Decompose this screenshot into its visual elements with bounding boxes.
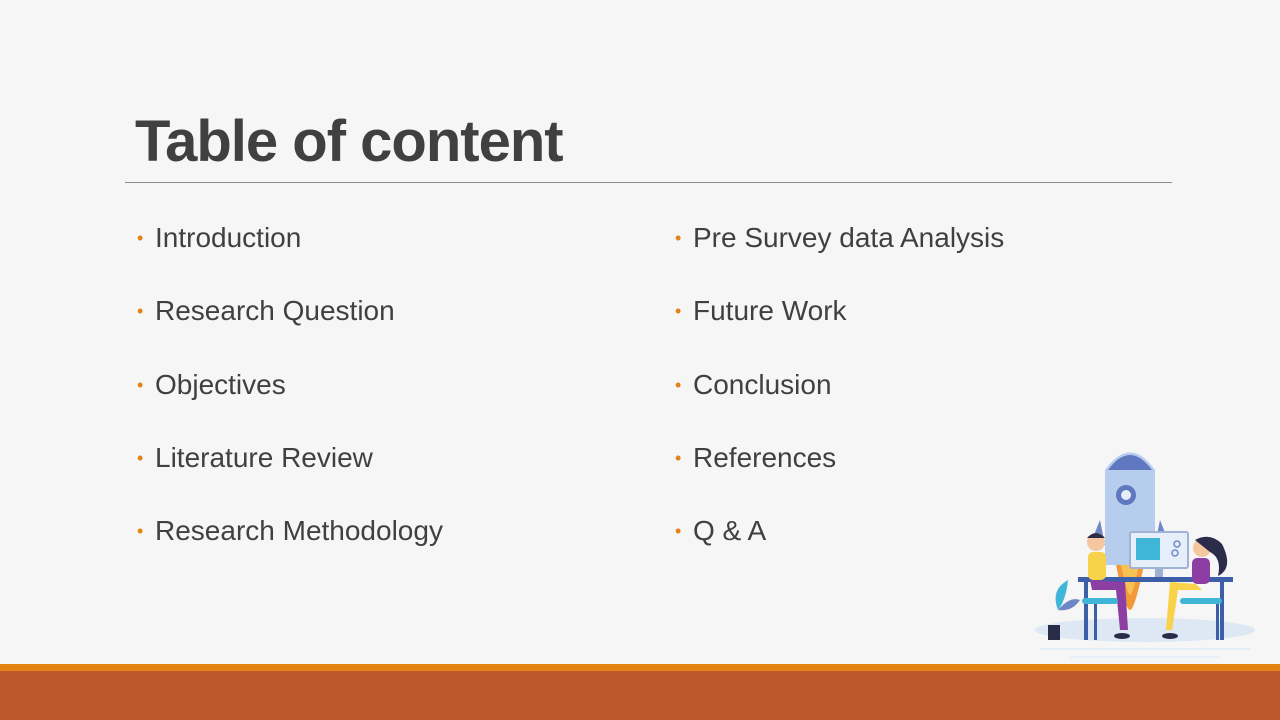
toc-item: • Literature Review (137, 440, 443, 513)
bullet-dot-icon: • (675, 374, 682, 395)
slide: Table of content • Introduction • Resear… (0, 0, 1280, 720)
toc-item: • Research Question (137, 293, 443, 366)
toc-item: • References (675, 440, 1004, 513)
toc-item-label: Literature Review (155, 441, 373, 473)
toc-left-column: • Introduction • Research Question • Obj… (137, 220, 443, 586)
bullet-dot-icon: • (137, 447, 144, 468)
toc-item-label: Research Question (155, 295, 395, 327)
bullet-dot-icon: • (137, 374, 144, 395)
toc-item-label: Research Methodology (155, 515, 443, 547)
toc-item-label: Future Work (693, 295, 847, 327)
toc-item: • Conclusion (675, 367, 1004, 440)
bullet-dot-icon: • (137, 301, 144, 322)
toc-item: • Pre Survey data Analysis (675, 220, 1004, 293)
toc-item-label: Q & A (693, 515, 767, 547)
title-divider (125, 182, 1172, 183)
bullet-dot-icon: • (675, 301, 682, 322)
bullet-dot-icon: • (675, 228, 682, 248)
bullet-dot-icon: • (137, 228, 144, 248)
toc-item-label: References (693, 441, 837, 473)
bullet-dot-icon: • (675, 447, 682, 468)
bullet-dot-icon: • (137, 521, 144, 542)
toc-item: • Q & A (675, 513, 1004, 586)
toc-item-label: Introduction (155, 222, 302, 253)
accent-bar (0, 664, 1280, 671)
rocket-team-illustration-icon (1035, 452, 1255, 658)
toc-item: • Research Methodology (137, 513, 443, 586)
toc-item: • Introduction (137, 220, 443, 293)
slide-title: Table of content (135, 109, 564, 174)
bullet-dot-icon: • (675, 521, 682, 542)
toc-item: • Objectives (137, 367, 443, 440)
toc-item-label: Pre Survey data Analysis (693, 222, 1005, 253)
toc-item-label: Objectives (155, 368, 286, 400)
toc-right-column: • Pre Survey data Analysis • Future Work… (675, 220, 1004, 586)
footer-bar (0, 671, 1280, 720)
toc-item-label: Conclusion (693, 368, 832, 400)
toc-item: • Future Work (675, 293, 1004, 366)
